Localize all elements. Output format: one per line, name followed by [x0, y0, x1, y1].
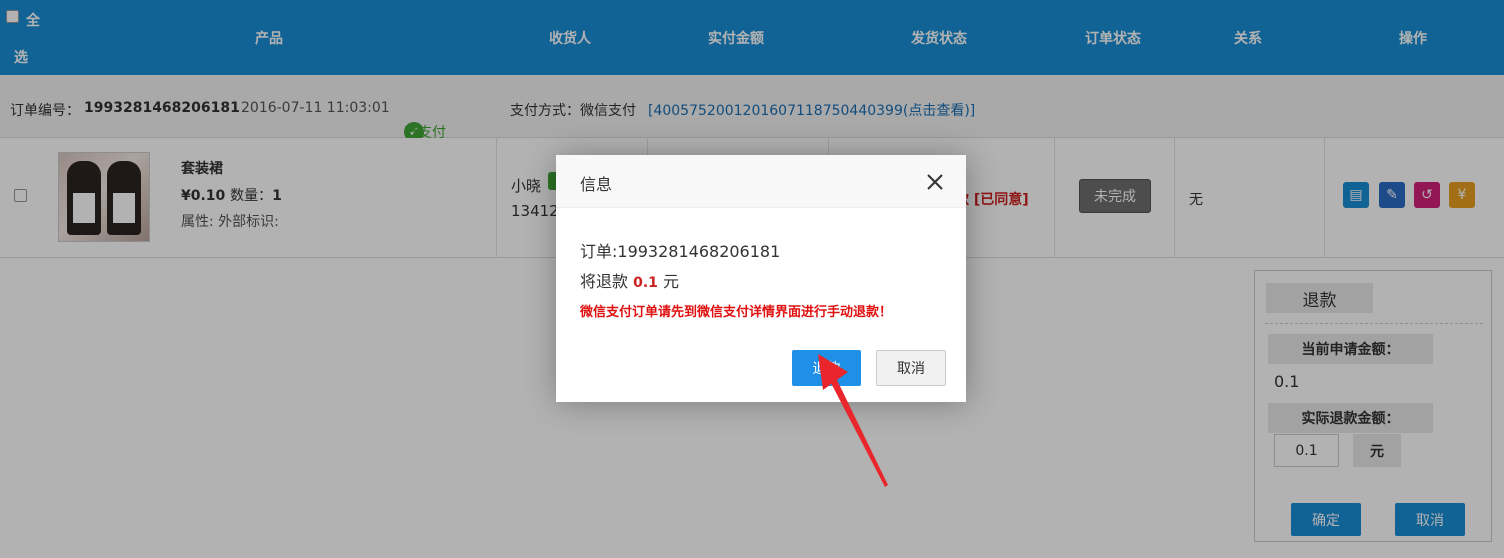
dialog-order-line: 订单:1993281468206181 [580, 242, 781, 261]
dialog-cancel-button[interactable]: 取消 [876, 350, 946, 386]
info-dialog: 信息 订单:1993281468206181 将退款 0.1 元 微信支付订单请… [556, 155, 966, 402]
refund-amount: 0.1 [633, 275, 658, 291]
dialog-refund-line: 将退款 0.1 元 [580, 267, 780, 298]
dialog-title: 信息 [580, 175, 613, 194]
dialog-header: 信息 [556, 155, 966, 208]
refund-prefix: 将退款 [580, 272, 634, 291]
dialog-warning: 微信支付订单请先到微信支付详情界面进行手动退款！ [580, 305, 893, 320]
close-icon[interactable] [925, 172, 945, 192]
refund-suffix: 元 [657, 272, 679, 291]
dialog-body: 订单:1993281468206181 将退款 0.1 元 [580, 237, 780, 298]
refund-button[interactable]: 退款 [792, 350, 861, 386]
